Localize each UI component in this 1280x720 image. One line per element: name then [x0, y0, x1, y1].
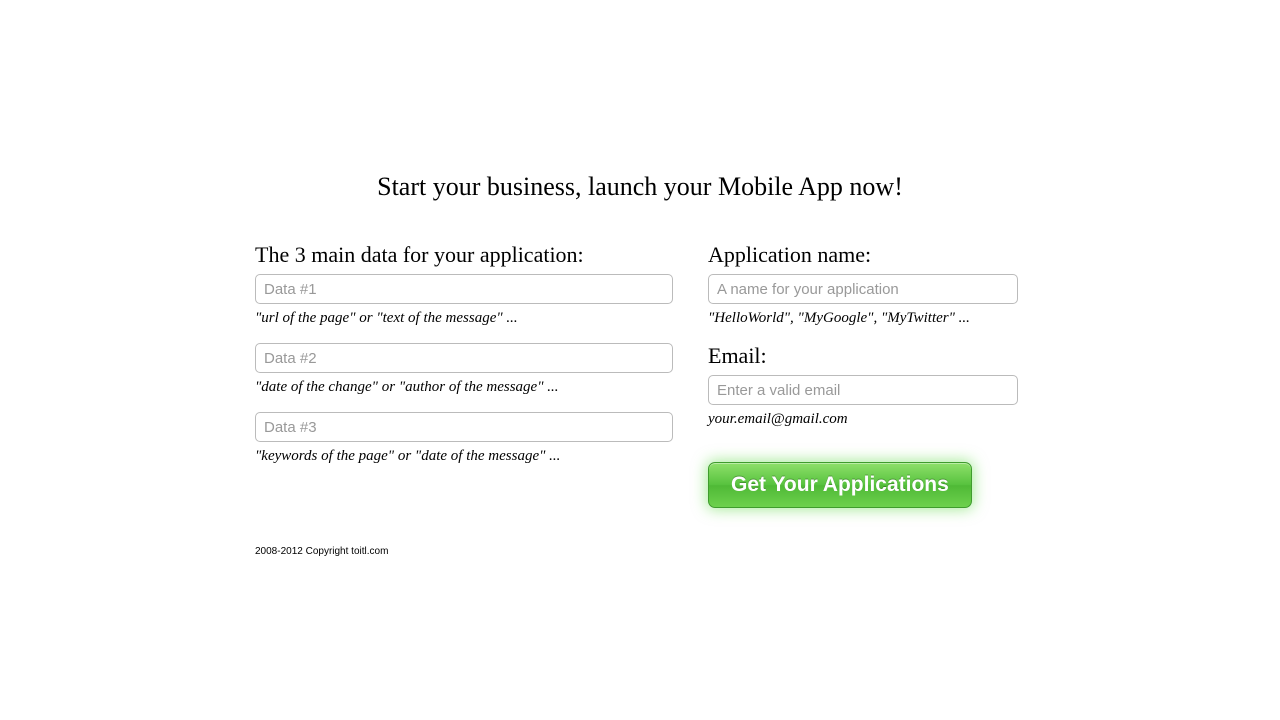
left-column: The 3 main data for your application: "u…: [255, 242, 673, 508]
appname-heading: Application name:: [708, 242, 1018, 268]
appname-hint: "HelloWorld", "MyGoogle", "MyTwitter" ..…: [708, 310, 1018, 327]
page-title: Start your business, launch your Mobile …: [255, 172, 1025, 202]
get-applications-button[interactable]: Get Your Applications: [708, 462, 972, 508]
appname-input[interactable]: [708, 274, 1018, 304]
right-column: Application name: "HelloWorld", "MyGoogl…: [708, 242, 1018, 508]
email-input[interactable]: [708, 375, 1018, 405]
data-3-hint: "keywords of the page" or "date of the m…: [255, 448, 673, 465]
data-1-hint: "url of the page" or "text of the messag…: [255, 310, 673, 327]
data-2-hint: "date of the change" or "author of the m…: [255, 379, 673, 396]
data-3-input[interactable]: [255, 412, 673, 442]
data-2-input[interactable]: [255, 343, 673, 373]
data-section-heading: The 3 main data for your application:: [255, 242, 673, 268]
data-1-input[interactable]: [255, 274, 673, 304]
email-heading: Email:: [708, 343, 1018, 369]
footer-copyright: 2008-2012 Copyright toitl.com: [255, 546, 1025, 557]
email-hint: your.email@gmail.com: [708, 411, 1018, 428]
